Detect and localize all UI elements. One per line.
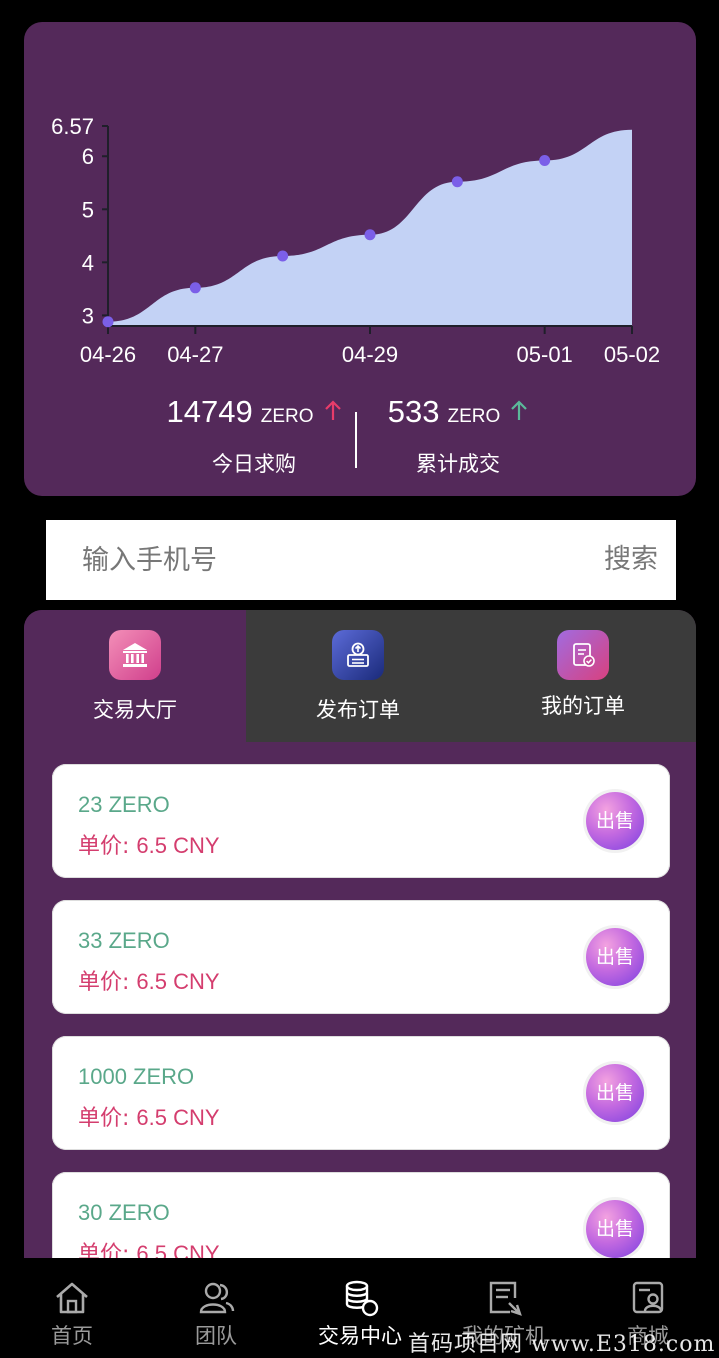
order-quantity: 33 ZERO (78, 928, 170, 953)
order-price-label: 单价: (78, 970, 130, 995)
stat-today-buy-unit: ZERO (260, 406, 314, 427)
coins-icon (345, 1280, 379, 1317)
miner-icon (489, 1281, 522, 1316)
data-point (189, 282, 201, 294)
tab-trading-hall-label: 交易大厅 (93, 698, 177, 722)
x-tick-label: 05-01 (517, 342, 573, 367)
order-item: 1000 ZERO 单价: 6.5 CNY 出售 (52, 1036, 670, 1150)
arrow-up-icon (511, 400, 528, 420)
my-orders-icon (557, 630, 609, 680)
tab-publish-order-label: 发布订单 (316, 698, 400, 722)
data-point (102, 316, 114, 328)
stat-total-deals-label: 累计成交 (416, 452, 500, 476)
y-max-label: 6.57 (51, 114, 94, 139)
bank-icon (109, 630, 161, 680)
y-max-label-clip (24, 106, 48, 136)
search-button[interactable]: 搜索 (604, 520, 658, 600)
order-price: 单价: 6.5 CNY (78, 1100, 220, 1132)
data-point (277, 250, 289, 262)
order-price-value: 6.5 CNY (136, 833, 220, 858)
nav-trading-center-label: 交易中心 (318, 1324, 402, 1348)
sell-button[interactable]: 出售 (586, 1200, 644, 1258)
sell-button[interactable]: 出售 (586, 1064, 644, 1122)
y-tick-label: 4 (82, 250, 94, 275)
home-icon (56, 1282, 88, 1314)
order-price: 单价: 6.5 CNY (78, 964, 220, 996)
order-quantity: 23 ZERO (78, 792, 170, 817)
sell-button[interactable]: 出售 (586, 928, 644, 986)
shop-icon (632, 1281, 664, 1314)
tab-my-orders-label: 我的订单 (541, 694, 625, 718)
y-tick-label: 3 (82, 303, 94, 328)
stats-row: 14749 ZERO 今日求购 533 ZERO 累计成交 (24, 394, 696, 476)
stat-total-deals-value: 533 (387, 394, 440, 429)
trading-tabs: 交易大厅 发布订单 我的订单 (24, 610, 696, 742)
x-tick-label: 04-27 (167, 342, 223, 367)
price-chart: 3 4 5 6 6.57 04-26 04-27 04-29 05-01 05-02 (24, 106, 660, 367)
watermark-text: 首码项目网 www.E318.com (408, 1332, 716, 1357)
team-icon (199, 1282, 235, 1314)
sell-button[interactable]: 出售 (586, 792, 644, 850)
nav-home-label: 首页 (51, 1324, 93, 1348)
order-quantity: 30 ZERO (78, 1200, 170, 1225)
y-tick-label: 5 (82, 197, 94, 222)
y-tick-label: 6 (82, 144, 94, 169)
stat-today-buy-label: 今日求购 (212, 452, 296, 476)
order-price-value: 6.5 CNY (136, 1105, 220, 1130)
order-price-value: 6.5 CNY (136, 969, 220, 994)
arrow-up-icon (324, 400, 341, 420)
tab-my-orders[interactable]: 我的订单 (470, 610, 696, 742)
order-price-label: 单价: (78, 834, 130, 859)
nav-trading-center[interactable]: 交易中心 (300, 1258, 420, 1350)
trading-panel: 交易大厅 发布订单 我的订单 23 ZERO 单价: 6.5 CNY 出售 33… (24, 610, 696, 1310)
price-chart-card: 3 4 5 6 6.57 04-26 04-27 04-29 05-01 05-02 14749 … (24, 22, 696, 496)
search-bar: 搜索 (46, 520, 676, 600)
publish-icon (332, 630, 384, 680)
stat-total-deals-unit: ZERO (447, 406, 501, 427)
stat-today-buy: 14749 ZERO 今日求购 (144, 394, 364, 478)
order-item: 33 ZERO 单价: 6.5 CNY 出售 (52, 900, 670, 1014)
x-tick-label: 05-02 (604, 342, 660, 367)
order-quantity: 1000 ZERO (78, 1064, 195, 1089)
data-point (539, 154, 551, 166)
x-tick-label: 04-29 (342, 342, 398, 367)
stat-today-buy-value: 14749 (166, 394, 253, 429)
phone-search-input[interactable] (46, 520, 566, 600)
order-item: 23 ZERO 单价: 6.5 CNY 出售 (52, 764, 670, 878)
data-point (364, 229, 376, 241)
data-point (451, 176, 463, 188)
tab-trading-hall[interactable]: 交易大厅 (24, 610, 246, 742)
x-tick-label: 04-26 (80, 342, 136, 367)
order-price: 单价: 6.5 CNY (78, 828, 220, 860)
nav-team-label: 团队 (195, 1324, 237, 1348)
nav-team[interactable]: 团队 (156, 1258, 276, 1350)
tab-publish-order[interactable]: 发布订单 (246, 610, 470, 742)
nav-home[interactable]: 首页 (12, 1258, 132, 1350)
chart-area (108, 129, 632, 326)
stat-total-deals: 533 ZERO 累计成交 (348, 394, 568, 478)
order-price-label: 单价: (78, 1106, 130, 1131)
